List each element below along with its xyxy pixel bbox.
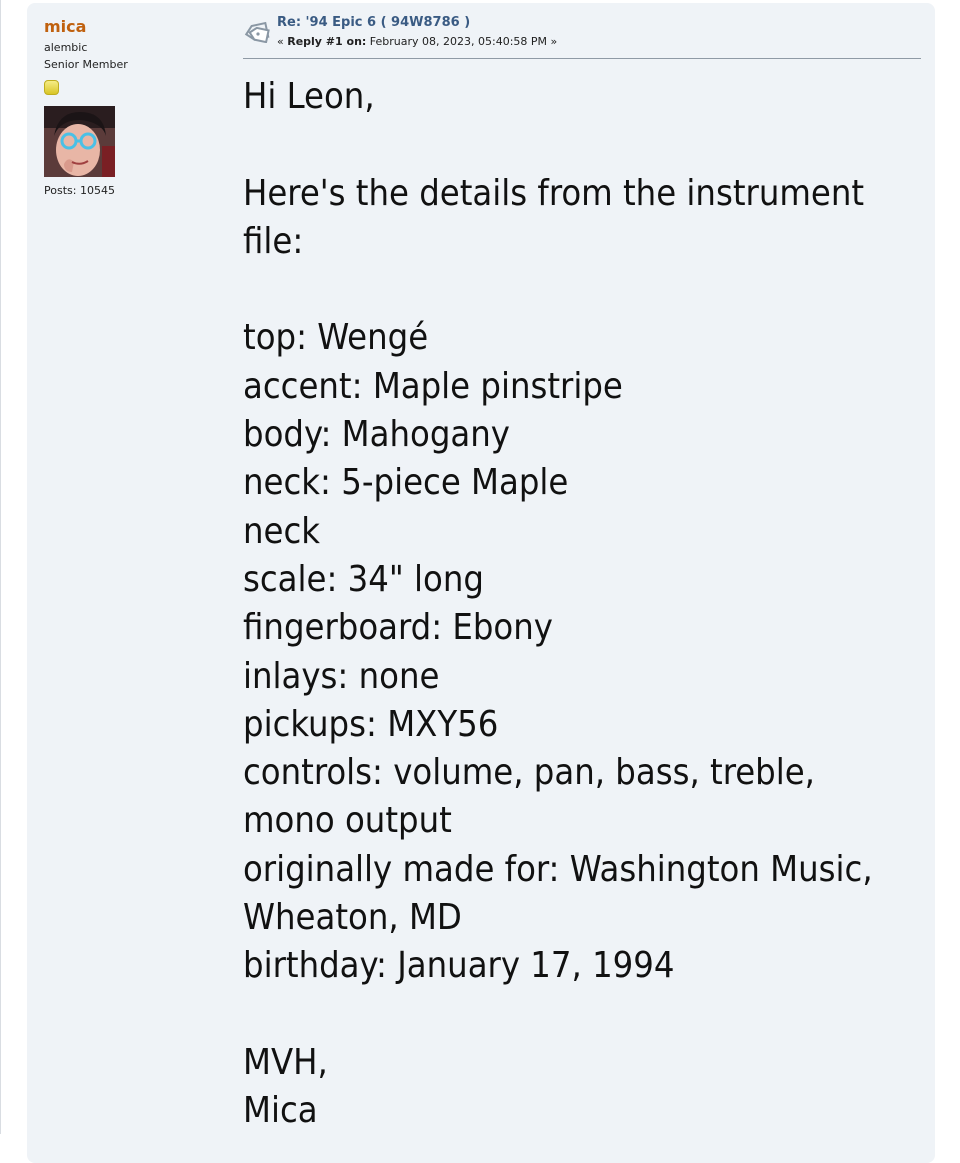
poster-rank: Senior Member <box>44 58 128 71</box>
reply-label[interactable]: Reply #1 on: <box>287 35 366 48</box>
poster-group: alembic <box>44 41 88 54</box>
body-line: mono output <box>243 800 452 842</box>
body-line: Wheaton, MD <box>243 897 462 939</box>
post-body: Hi Leon, Here's the details from the inst… <box>243 73 913 1136</box>
page: mica alembic Senior Member Posts: 10545 <box>0 0 960 1163</box>
body-line: inlays: none <box>243 655 440 697</box>
body-line: Mica <box>243 1090 318 1132</box>
body-line: controls: volume, pan, bass, treble, <box>243 752 815 794</box>
body-line: file: <box>243 220 304 262</box>
body-line: fingerboard: Ebony <box>243 607 553 649</box>
body-line: pickups: MXY56 <box>243 703 499 745</box>
body-line: MVH, <box>243 1041 328 1083</box>
avatar-image <box>44 106 115 177</box>
body-line: body: Mahogany <box>243 414 510 456</box>
body-line: Here's the details from the instrument <box>243 172 865 214</box>
body-line: Hi Leon, <box>243 76 375 117</box>
body-line: top: Wengé <box>243 317 429 359</box>
poster-info: mica alembic Senior Member Posts: 10545 <box>44 17 204 197</box>
body-line: accent: Maple pinstripe <box>243 365 623 407</box>
body-line <box>243 991 913 1039</box>
topic-tag-icon <box>244 21 270 43</box>
post-count: Posts: 10545 <box>44 184 115 197</box>
avatar[interactable] <box>44 106 115 177</box>
body-line <box>243 266 913 314</box>
body-line: neck <box>243 510 321 552</box>
post-meta: « Reply #1 on: February 08, 2023, 05:40:… <box>277 35 557 48</box>
rank-star-icon <box>44 80 59 95</box>
body-line <box>243 121 913 169</box>
post-header: Re: '94 Epic 6 ( 94W8786 ) « Reply #1 on… <box>243 13 921 59</box>
poster-name-link[interactable]: mica <box>44 17 204 36</box>
body-line: scale: 34" long <box>243 558 484 600</box>
post-date: February 08, 2023, 05:40:58 PM » <box>366 35 558 48</box>
body-line: neck: 5-piece Maple <box>243 462 569 504</box>
body-line: originally made for: Washington Music, <box>243 848 873 890</box>
post-subject-link[interactable]: Re: '94 Epic 6 ( 94W8786 ) <box>277 15 470 30</box>
meta-prefix: « <box>277 35 288 48</box>
body-line: birthday: January 17, 1994 <box>243 945 675 987</box>
